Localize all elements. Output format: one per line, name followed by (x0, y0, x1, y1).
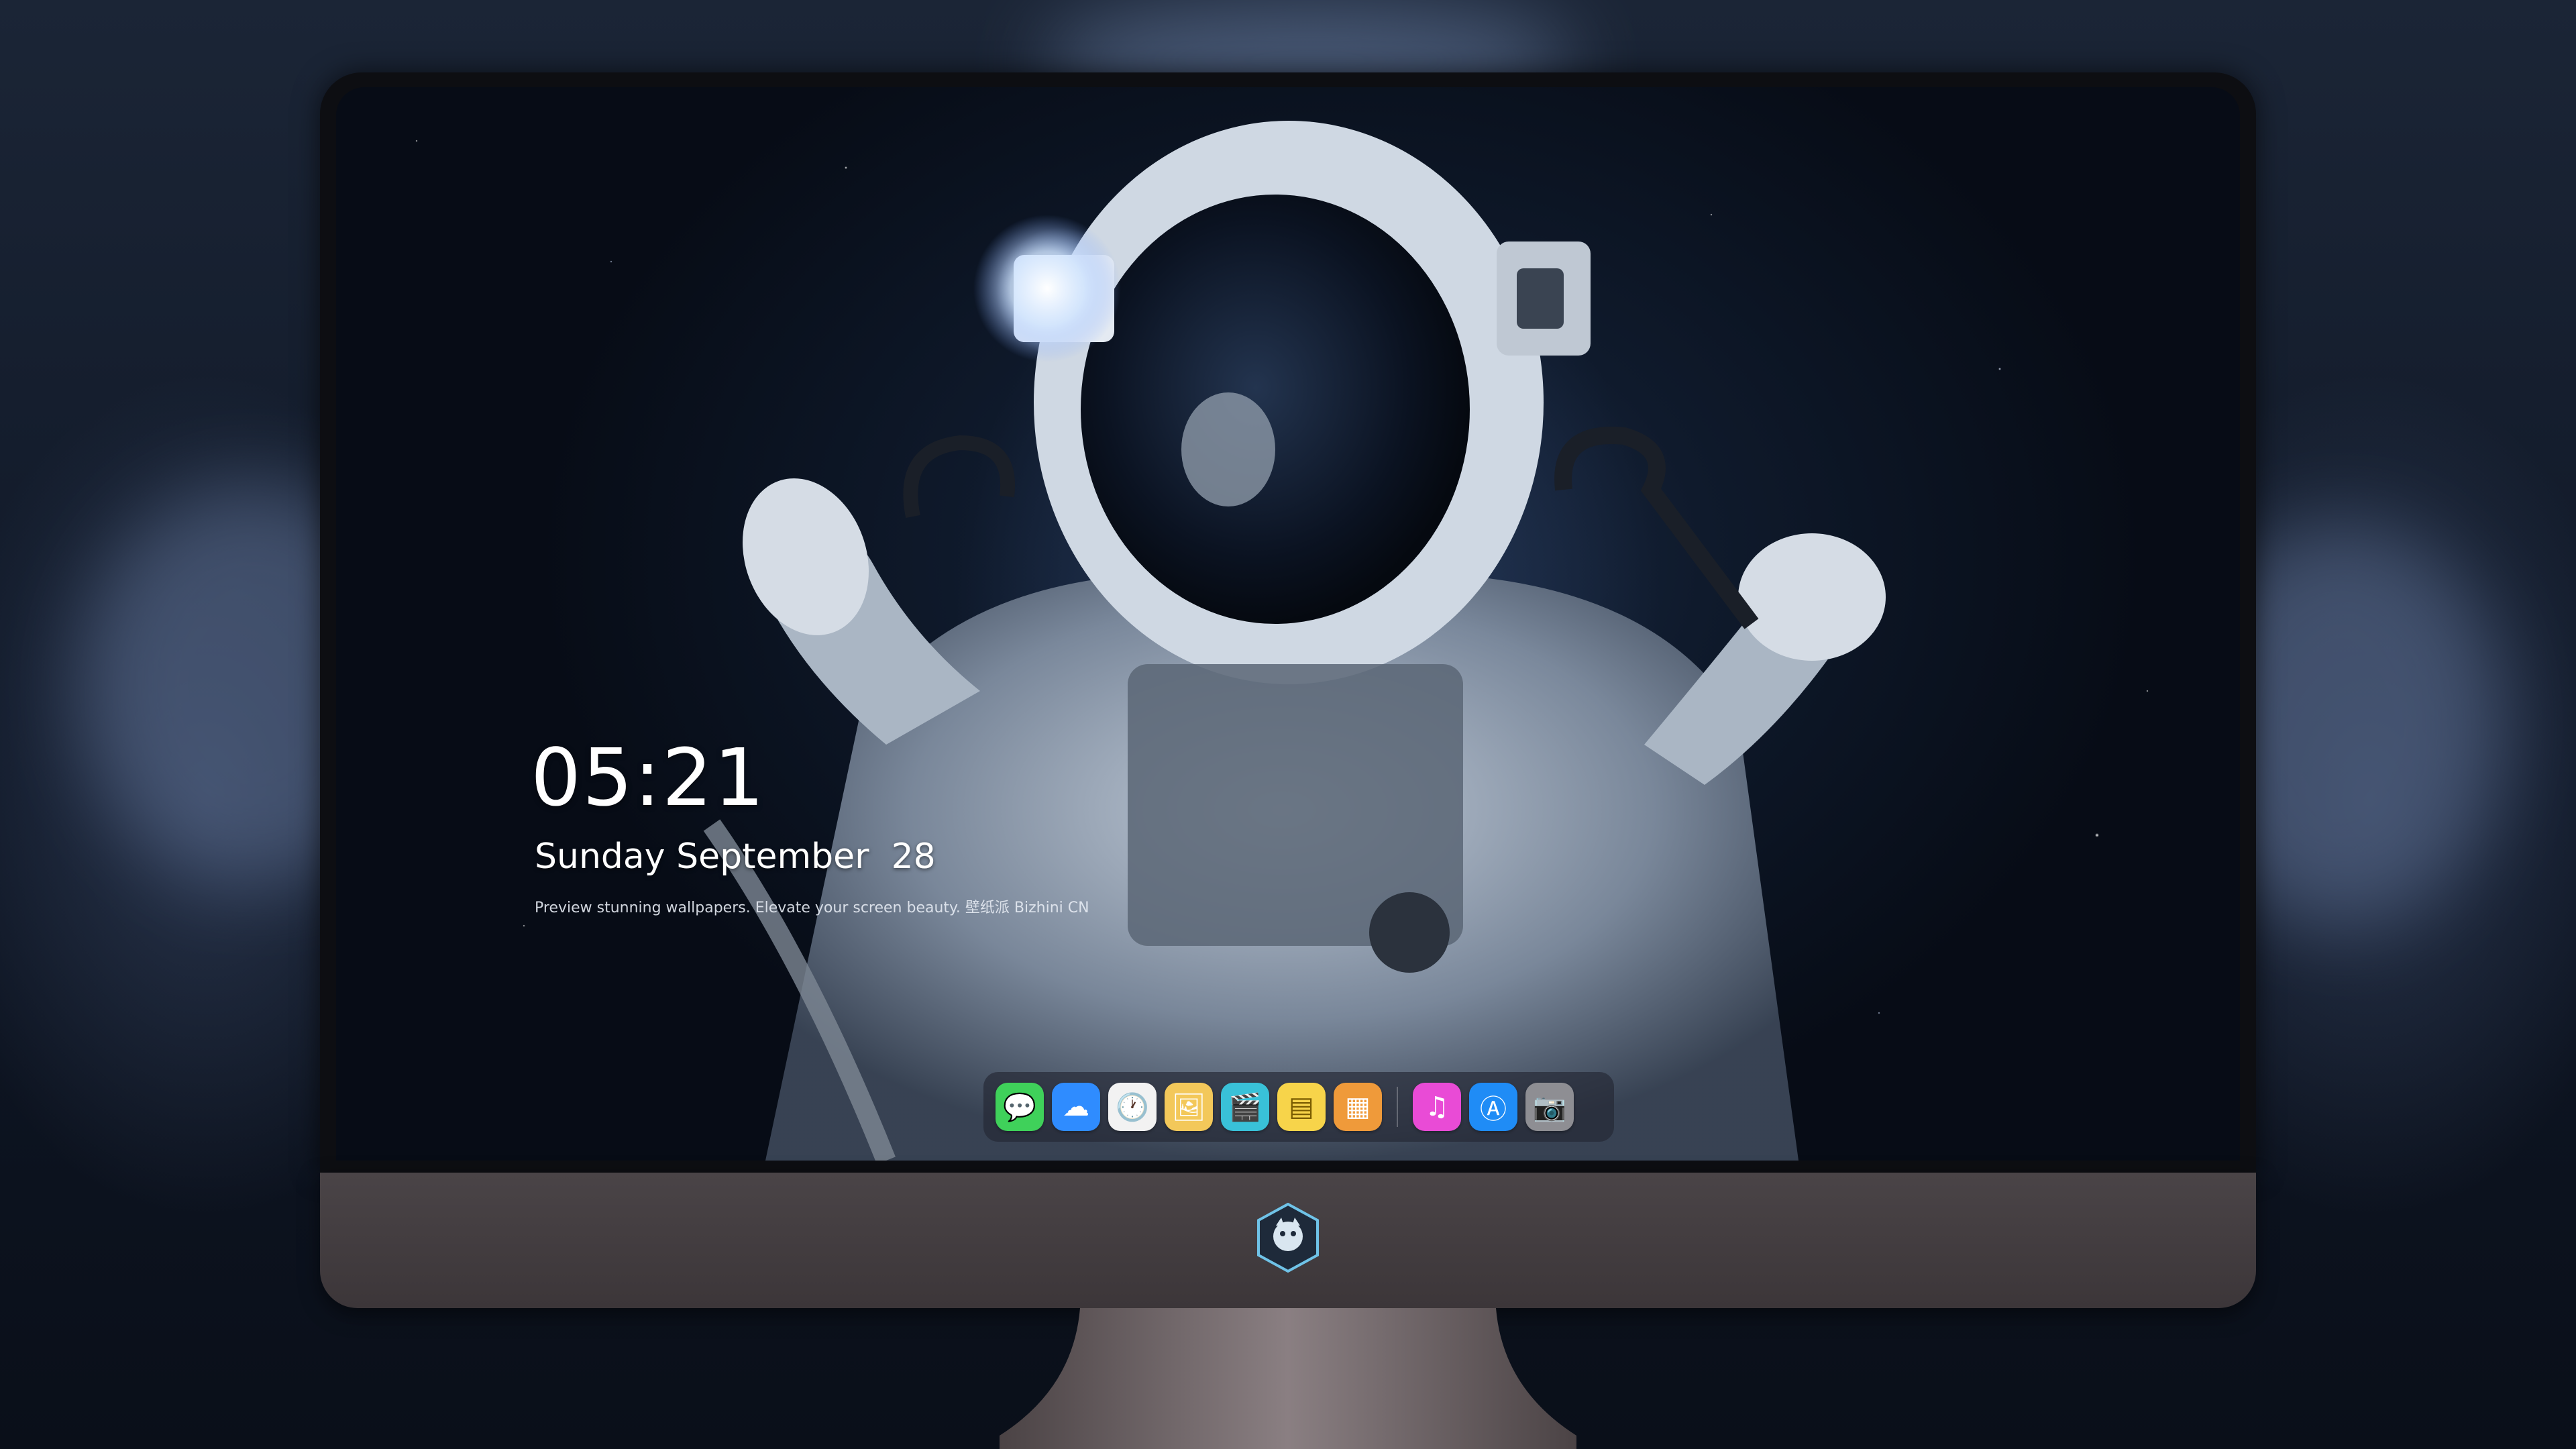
wallpaper-caption: Preview stunning wallpapers. Elevate you… (535, 900, 1089, 916)
clock-icon[interactable]: 🕐 (1108, 1083, 1157, 1131)
lockscreen-time: 05:21 (531, 731, 766, 824)
visor-reflection (1181, 392, 1275, 506)
brand-logo-icon (1257, 1203, 1319, 1273)
lamp-glow (973, 215, 1121, 362)
astronaut-right-glove (1738, 533, 1886, 661)
monitor-bezel: 05:21 Sunday September 28 Preview stunni… (320, 72, 2256, 1173)
app-store-icon[interactable]: Ⓐ (1469, 1083, 1517, 1131)
clips-icon[interactable]: 🎬 (1221, 1083, 1269, 1131)
imac-monitor: 05:21 Sunday September 28 Preview stunni… (320, 72, 2256, 1308)
desktop-screen: 05:21 Sunday September 28 Preview stunni… (336, 87, 2240, 1161)
lockscreen-date: Sunday September 28 (535, 837, 936, 877)
camera-icon[interactable]: 📷 (1525, 1083, 1574, 1131)
astronaut-visor (1081, 195, 1470, 624)
astronaut-wallpaper (703, 121, 1886, 1161)
left-hand-tool (903, 435, 1016, 519)
messages-icon[interactable]: 💬 (996, 1083, 1044, 1131)
dock: 💬 ☁ 🕐 🖼 🎬 ▤ ▦ ♫ Ⓐ 📷 (983, 1072, 1614, 1142)
monitor-chin (320, 1173, 2256, 1308)
photo-booth-icon[interactable]: ▦ (1334, 1083, 1382, 1131)
music-icon[interactable]: ♫ (1413, 1083, 1461, 1131)
background-scene: 05:21 Sunday September 28 Preview stunni… (0, 0, 2576, 1449)
notes-icon[interactable]: ▤ (1277, 1083, 1326, 1131)
right-hand-tool (1554, 427, 1759, 629)
helmet-camera (1517, 268, 1564, 329)
weather-icon[interactable]: ☁ (1052, 1083, 1100, 1131)
monitor-stand (1000, 1308, 1576, 1449)
preview-icon[interactable]: 🖼 (1165, 1083, 1213, 1131)
chest-gauge (1369, 892, 1450, 973)
dock-separator (1397, 1087, 1398, 1127)
